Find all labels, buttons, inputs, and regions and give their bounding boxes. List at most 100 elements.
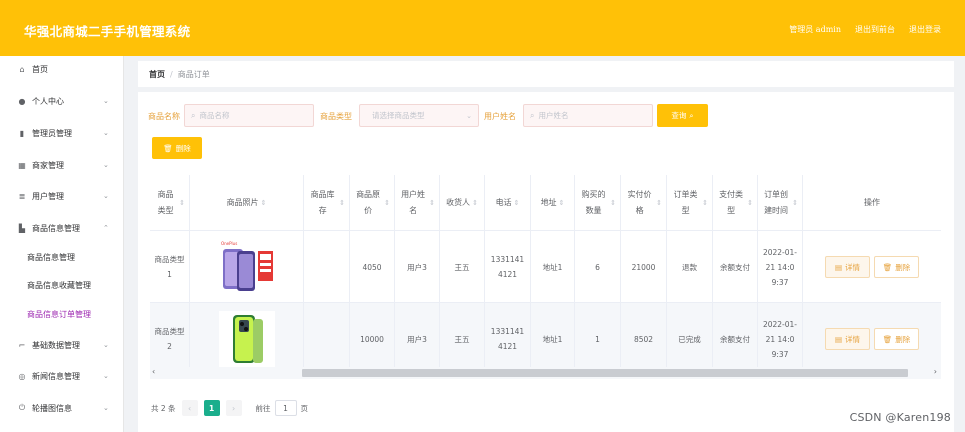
col-header[interactable]: 商品类型 ⇕ xyxy=(150,175,190,231)
grid-icon: ▦ xyxy=(18,160,26,170)
sort-icon[interactable]: ⇕ xyxy=(514,195,520,211)
detail-button[interactable]: ▤ 详情 xyxy=(825,256,870,278)
next-page-button[interactable]: › xyxy=(225,400,242,416)
product-photo[interactable]: OnePlus xyxy=(218,239,275,295)
logout-link[interactable]: 退出登录 xyxy=(909,24,941,35)
user-name-input[interactable]: ⌕ 用户姓名 xyxy=(523,104,653,127)
col-header[interactable]: 收货人 ⇕ xyxy=(440,175,485,231)
sort-icon[interactable]: ⇕ xyxy=(656,195,662,211)
col-header-label: 地址 xyxy=(540,198,557,207)
cell-receiver: 王五 xyxy=(440,231,485,303)
sort-icon[interactable]: ⇕ xyxy=(702,195,708,211)
purple-phone-image: OnePlus xyxy=(218,239,275,295)
col-header-label: 操作 xyxy=(864,198,880,207)
col-header[interactable]: 地址 ⇕ xyxy=(531,175,575,231)
sidebar-subitem-goods-favorites[interactable]: 商品信息收藏管理 xyxy=(0,275,124,295)
cell-user: 用户3 xyxy=(395,303,440,375)
back-to-front-link[interactable]: 退出到前台 xyxy=(855,24,895,35)
col-header[interactable]: 购买的数量 ⇕ xyxy=(575,175,621,231)
cell-photo xyxy=(190,303,304,375)
detail-button[interactable]: ▤ 详情 xyxy=(825,328,870,350)
sidebar-item-label: 商家管理 xyxy=(32,160,64,170)
chevron-down-icon: ⌄ xyxy=(103,161,109,169)
goto-label: 前往 xyxy=(255,403,271,413)
sidebar: ⌂ 首页 ● 个人中心 ⌄ ▮ 管理员管理 ⌄ ▦ 商家管理 ⌄ ≣ 用户管理 … xyxy=(0,56,124,432)
goods-type-select[interactable]: 请选择商品类型 ⌄ xyxy=(359,104,479,127)
delete-button[interactable]: 🗑 删除 xyxy=(874,256,919,278)
sort-icon[interactable]: ⇕ xyxy=(472,195,478,211)
col-header-label: 购买的数量 xyxy=(581,190,606,215)
col-header[interactable]: 支付类型 ⇕ xyxy=(713,175,758,231)
chevron-right-icon: › xyxy=(231,403,236,413)
trash-icon: 🗑 xyxy=(882,334,893,344)
sort-icon[interactable]: ⇕ xyxy=(792,195,798,211)
sidebar-item-label: 管理员管理 xyxy=(32,128,72,138)
prev-page-button[interactable]: ‹ xyxy=(181,400,198,416)
chevron-down-icon: ⌄ xyxy=(103,129,109,137)
power-icon: ⏻ xyxy=(18,403,26,412)
col-header[interactable]: 商品库存 ⇕ xyxy=(304,175,350,231)
col-header[interactable]: 商品照片 ⇕ xyxy=(190,175,304,231)
sidebar-subitem-goods-orders[interactable]: 商品信息订单管理 xyxy=(0,304,124,324)
col-header[interactable]: 订单创建时间 ⇕ xyxy=(758,175,803,231)
product-photo[interactable] xyxy=(218,311,275,367)
search-button[interactable]: 查询 ⌕ xyxy=(657,104,708,127)
user-icon: ● xyxy=(18,96,26,106)
sidebar-item-carousel[interactable]: ⏻ 轮播图信息 ⌄ xyxy=(0,398,124,418)
col-header[interactable]: 用户姓名 ⇕ xyxy=(395,175,440,231)
goods-name-label: 商品名称 xyxy=(148,112,180,121)
sidebar-item-goods[interactable]: ▙ 商品信息管理 ⌃ xyxy=(0,218,124,238)
col-header[interactable]: 电话 ⇕ xyxy=(485,175,531,231)
cell-price: 4050 xyxy=(350,231,395,303)
scroll-right-icon[interactable]: › xyxy=(934,367,937,376)
sidebar-item-basic-data[interactable]: ⌐ 基础数据管理 ⌄ xyxy=(0,335,124,355)
main-area: 首页 / 商品订单 商品名称 ⌕ 商品名称 商品类型 请选择商品类型 ⌄ 用户姓… xyxy=(124,56,965,432)
sidebar-item-users[interactable]: ≣ 用户管理 ⌄ xyxy=(0,186,124,206)
page-number-current[interactable]: 1 xyxy=(203,400,220,416)
cell-actions: ▤ 详情 🗑 删除 xyxy=(803,231,941,303)
col-header-label: 订单类型 xyxy=(673,190,698,215)
sidebar-item-home[interactable]: ⌂ 首页 xyxy=(0,59,124,79)
col-header[interactable]: 订单类型 ⇕ xyxy=(667,175,713,231)
sort-icon[interactable]: ⇕ xyxy=(179,195,185,211)
sidebar-item-news[interactable]: ◎ 新闻信息管理 ⌄ xyxy=(0,366,124,386)
sort-icon[interactable]: ⇕ xyxy=(429,195,435,211)
chevron-left-icon: ‹ xyxy=(187,403,192,413)
chevron-down-icon: ⌄ xyxy=(103,192,109,200)
cell-type: 商品类型2 xyxy=(150,303,190,375)
col-header-label: 支付类型 xyxy=(719,190,744,215)
sidebar-item-label: 首页 xyxy=(32,64,48,74)
batch-delete-button[interactable]: 🗑 删除 xyxy=(152,137,202,159)
sort-icon[interactable]: ⇕ xyxy=(747,195,753,211)
cell-pay-type: 余额支付 xyxy=(713,231,758,303)
col-header-label: 电话 xyxy=(495,198,512,207)
app-title: 华强北商城二手手机管理系统 xyxy=(24,24,191,39)
scroll-left-icon[interactable]: ‹ xyxy=(152,367,155,376)
sort-icon[interactable]: ⇕ xyxy=(610,195,616,211)
user-name-label: 用户姓名 xyxy=(484,112,516,121)
detail-label: 详情 xyxy=(845,334,861,344)
scrollbar-thumb[interactable] xyxy=(302,369,908,377)
trash-icon: 🗑 xyxy=(163,143,173,153)
sidebar-item-profile[interactable]: ● 个人中心 ⌄ xyxy=(0,91,124,111)
chart-icon: ▙ xyxy=(18,223,26,233)
sidebar-subitem-goods-manage[interactable]: 商品信息管理 xyxy=(0,247,124,267)
search-icon: ⌕ xyxy=(191,110,196,120)
table-header: 商品类型 ⇕ 商品照片 ⇕ 商品库存 ⇕ 商品原价 ⇕ 用户姓名 ⇕ 收货人 ⇕ 电话 ⇕ 地… xyxy=(150,175,941,231)
col-header[interactable]: 实付价格 ⇕ xyxy=(621,175,667,231)
sidebar-item-admin[interactable]: ▮ 管理员管理 ⌄ xyxy=(0,123,124,143)
delete-button[interactable]: 🗑 删除 xyxy=(874,328,919,350)
orders-table: 商品类型 ⇕ 商品照片 ⇕ 商品库存 ⇕ 商品原价 ⇕ 用户姓名 ⇕ 收货人 ⇕ 电话 ⇕ 地… xyxy=(150,167,941,379)
col-header[interactable]: 商品原价 ⇕ xyxy=(350,175,395,231)
sort-icon[interactable]: ⇕ xyxy=(559,195,565,211)
breadcrumb-home[interactable]: 首页 xyxy=(149,69,165,80)
cell-qty: 1 xyxy=(575,303,621,375)
sidebar-item-merchant[interactable]: ▦ 商家管理 ⌄ xyxy=(0,155,124,175)
cell-created: 2022-01-21 14:09:37 xyxy=(758,231,803,303)
sort-icon[interactable]: ⇕ xyxy=(261,195,267,211)
sort-icon[interactable]: ⇕ xyxy=(384,195,390,211)
horizontal-scrollbar[interactable]: ‹ › xyxy=(150,367,941,379)
goto-page-input[interactable]: 1 xyxy=(274,400,297,416)
sort-icon[interactable]: ⇕ xyxy=(339,195,345,211)
goods-name-input[interactable]: ⌕ 商品名称 xyxy=(184,104,314,127)
